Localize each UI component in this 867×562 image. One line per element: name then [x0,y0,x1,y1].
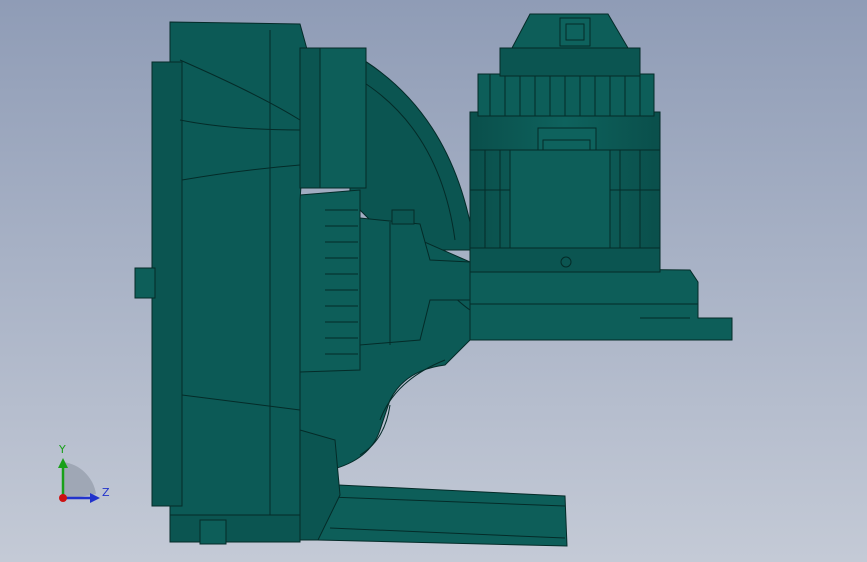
x-axis-dot [59,494,67,502]
y-axis-label: Y [59,443,66,456]
main-casting [169,21,311,543]
z-axis-arrow [90,493,100,503]
robot-joint-assembly [134,13,733,547]
orientation-triad: Y Z [48,440,118,510]
motor-cap [477,73,655,117]
gear-hub [299,189,361,373]
graphics-viewport[interactable]: Y Z [0,0,867,562]
cad-model-view[interactable] [0,0,867,562]
shaft-stub [134,267,156,299]
top-connector [559,17,591,47]
z-axis-label: Z [102,486,110,499]
rear-flange [151,61,183,507]
